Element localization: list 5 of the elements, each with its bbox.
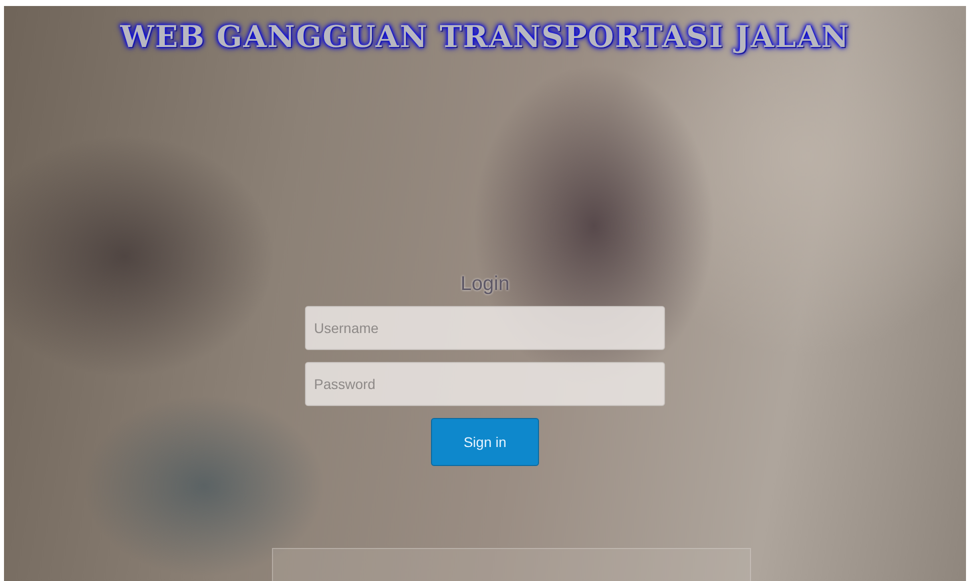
login-heading: Login <box>460 273 510 296</box>
site-title: WEB GANGGUAN TRANSPORTASI JALAN <box>120 20 850 55</box>
sign-in-button[interactable]: Sign in <box>431 418 539 466</box>
input-field[interactable]: Password <box>305 362 665 406</box>
input-field[interactable]: Username <box>305 306 665 350</box>
